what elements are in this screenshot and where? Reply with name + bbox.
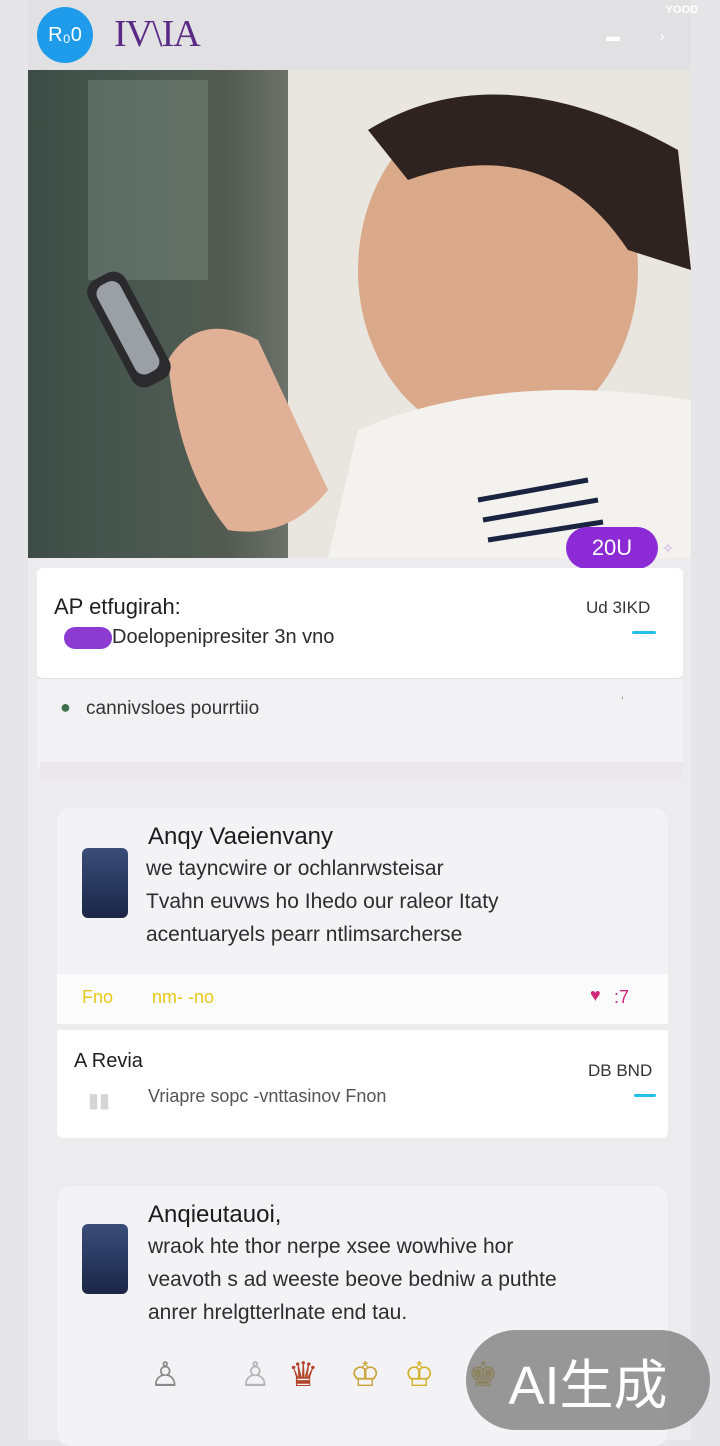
sticker-icon-1[interactable]: ♙: [150, 1355, 180, 1395]
heart-icon[interactable]: ♥: [590, 985, 601, 1006]
card-two-title: Anqy Vaeienvany: [148, 823, 334, 850]
card-three-subtitle: Vriapre sopc -vnttasinov Fnon: [148, 1086, 387, 1106]
leaf-icon: ●: [60, 697, 71, 717]
metric-right: :7: [614, 987, 630, 1007]
card-four-body: wraok hte thor nerpe xsee wowhive hor ve…: [148, 1230, 557, 1329]
card-two-line-2: Tvahn euvws ho Ihedo our raleor Itaty: [146, 890, 499, 913]
metric-left-b: nm- -no: [152, 987, 215, 1007]
hero-badge-button[interactable]: 20U: [566, 527, 658, 569]
card-four-line-2: veavoth s ad weeste beove bedniw a putht…: [148, 1268, 557, 1291]
card-four-thumbnail: [82, 1224, 128, 1294]
card-one-title: AP etfugirah:: [54, 594, 181, 619]
card-two-body: we tayncwire or ochlanrwsteisar Tvahn eu…: [146, 852, 499, 951]
ai-generated-watermark: AI生成: [466, 1330, 710, 1430]
avatar[interactable]: R₀0: [37, 7, 93, 63]
card-one-subtitle: Doelopenipresiter 3n vno: [112, 626, 335, 648]
share-icon[interactable]: ✧: [662, 540, 674, 557]
more-icon[interactable]: ›: [660, 28, 665, 44]
cups-icon: ▮▮: [88, 1090, 111, 1112]
chevron-icon[interactable]: ˈ: [620, 694, 625, 710]
bubble-icon: [64, 627, 112, 649]
card-two-line-1: we tayncwire or ochlanrwsteisar: [146, 857, 444, 880]
hero-image: [28, 70, 691, 558]
sticker-icon-2[interactable]: ♙: [240, 1355, 270, 1395]
menu-icon[interactable]: ▬: [606, 28, 620, 44]
card-two-thumbnail: [82, 848, 128, 918]
brand-logo: IV\IA: [114, 13, 201, 55]
card-four-line-3: anrer hrelgtterlnate end tau.: [148, 1301, 408, 1324]
card-three[interactable]: [57, 1030, 668, 1138]
card-one-indicator: [632, 631, 656, 634]
hero-photo-person-phone: [28, 70, 691, 558]
card-two-metrics-row: [57, 974, 668, 1024]
card-one[interactable]: [37, 568, 683, 678]
card-two-line-3: acentuaryels pearr ntlimsarcherse: [146, 923, 463, 946]
card-one-detail-row[interactable]: [37, 678, 683, 767]
card-three-right-label: DB BND: [588, 1061, 653, 1080]
status-label: YOOD: [665, 4, 698, 16]
card-one-shadow-strip: [40, 762, 683, 780]
card-four-line-1: wraok hte thor nerpe xsee wowhive hor: [148, 1235, 514, 1258]
sticker-icon-3[interactable]: ♛: [288, 1355, 318, 1395]
sticker-icon-4[interactable]: ♔: [350, 1355, 380, 1395]
card-three-indicator: [634, 1094, 656, 1097]
metric-left-a: Fno: [82, 987, 114, 1007]
sticker-icon-5[interactable]: ♔: [404, 1355, 434, 1395]
card-one-detail: cannivsloes pourrtiio: [86, 698, 260, 719]
card-three-title: A Revia: [74, 1050, 143, 1072]
card-four-title: Anqieutauoi,: [148, 1201, 282, 1228]
card-one-right-label: Ud 3IKD: [586, 598, 651, 617]
